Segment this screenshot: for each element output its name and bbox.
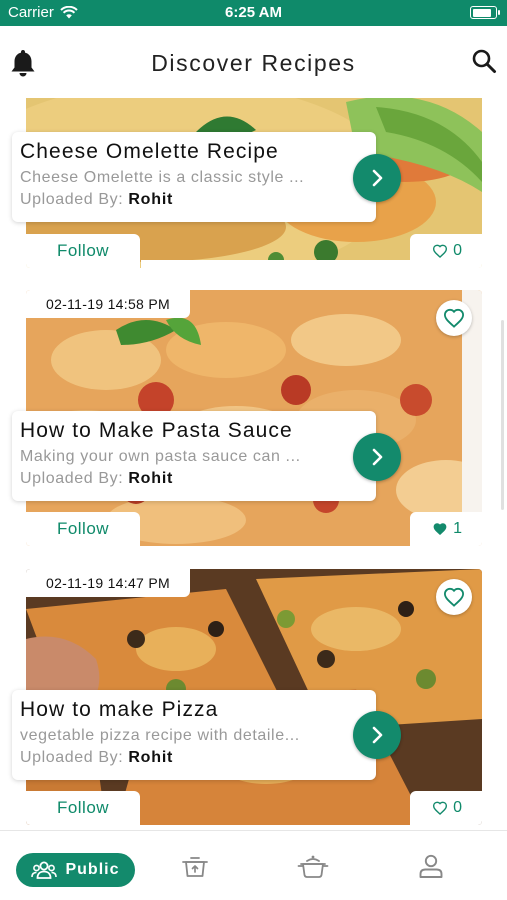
follow-button[interactable]: Follow — [26, 234, 140, 268]
like-counter[interactable]: 0 — [410, 791, 482, 825]
uploader-line: Uploaded By: Rohit — [20, 191, 368, 209]
page-title: Discover Recipes — [151, 50, 356, 76]
chevron-right-icon — [372, 448, 383, 466]
profile-icon — [419, 854, 443, 878]
chevron-right-icon — [372, 726, 383, 744]
uploader-name: Rohit — [128, 191, 174, 208]
favorite-button[interactable] — [436, 300, 472, 336]
battery-level — [472, 8, 492, 17]
recipe-feed[interactable]: Follow 0 Cheese Omelette Recipe Cheese O… — [0, 98, 507, 830]
open-recipe-button[interactable] — [353, 433, 401, 481]
like-count: 1 — [453, 520, 462, 537]
open-recipe-button[interactable] — [353, 154, 401, 202]
recipe-title: Cheese Omelette Recipe — [20, 140, 279, 163]
tab-cooking[interactable] — [290, 831, 336, 900]
follow-button[interactable]: Follow — [26, 512, 140, 546]
recipe-date: 02-11-19 14:47 PM — [26, 569, 190, 597]
battery-icon — [470, 6, 500, 19]
heart-outline-icon — [443, 587, 465, 607]
uploader-name: Rohit — [128, 470, 174, 487]
status-bar: Carrier 6:25 AM — [0, 0, 507, 26]
tab-public[interactable]: Public — [16, 853, 135, 887]
recipe-description: vegetable pizza recipe with detaile... — [20, 727, 300, 744]
heart-outline-icon — [433, 801, 448, 815]
like-count: 0 — [453, 799, 462, 816]
heart-outline-icon — [443, 308, 465, 328]
chevron-right-icon — [372, 169, 383, 187]
status-time: 6:25 AM — [225, 4, 282, 21]
recipe-info[interactable]: How to Make Pasta Sauce Making your own … — [12, 411, 376, 501]
recipe-info[interactable]: How to make Pizza vegetable pizza recipe… — [12, 690, 376, 780]
heart-outline-icon — [433, 244, 448, 258]
follow-button[interactable]: Follow — [26, 791, 140, 825]
recipe-title: How to Make Pasta Sauce — [20, 419, 293, 442]
bottom-tab-bar: Public — [0, 830, 507, 900]
uploader-line: Uploaded By: Rohit — [20, 470, 368, 488]
uploaded-by-label: Uploaded By: — [20, 749, 124, 766]
recipe-date: 02-11-19 14:58 PM — [26, 290, 190, 318]
tab-profile[interactable] — [408, 831, 454, 900]
tab-upload[interactable] — [172, 831, 218, 900]
recipe-title: How to make Pizza — [20, 698, 219, 721]
upload-pot-icon — [182, 857, 208, 877]
uploader-name: Rohit — [128, 749, 174, 766]
favorite-button[interactable] — [436, 579, 472, 615]
cooking-pot-icon — [297, 855, 329, 878]
like-counter[interactable]: 1 — [410, 512, 482, 546]
scrollbar[interactable] — [501, 320, 504, 510]
recipe-info[interactable]: Cheese Omelette Recipe Cheese Omelette i… — [12, 132, 376, 222]
recipe-description: Making your own pasta sauce can ... — [20, 448, 301, 465]
uploaded-by-label: Uploaded By: — [20, 470, 124, 487]
users-icon — [31, 861, 58, 879]
open-recipe-button[interactable] — [353, 711, 401, 759]
recipe-description: Cheese Omelette is a classic style ... — [20, 169, 305, 186]
search-icon[interactable] — [471, 48, 497, 79]
like-counter[interactable]: 0 — [410, 234, 482, 268]
uploaded-by-label: Uploaded By: — [20, 191, 124, 208]
uploader-line: Uploaded By: Rohit — [20, 749, 368, 767]
app-header: Discover Recipes — [0, 26, 507, 98]
like-count: 0 — [453, 242, 462, 259]
tab-public-label: Public — [65, 861, 120, 878]
heart-filled-icon — [433, 523, 447, 536]
